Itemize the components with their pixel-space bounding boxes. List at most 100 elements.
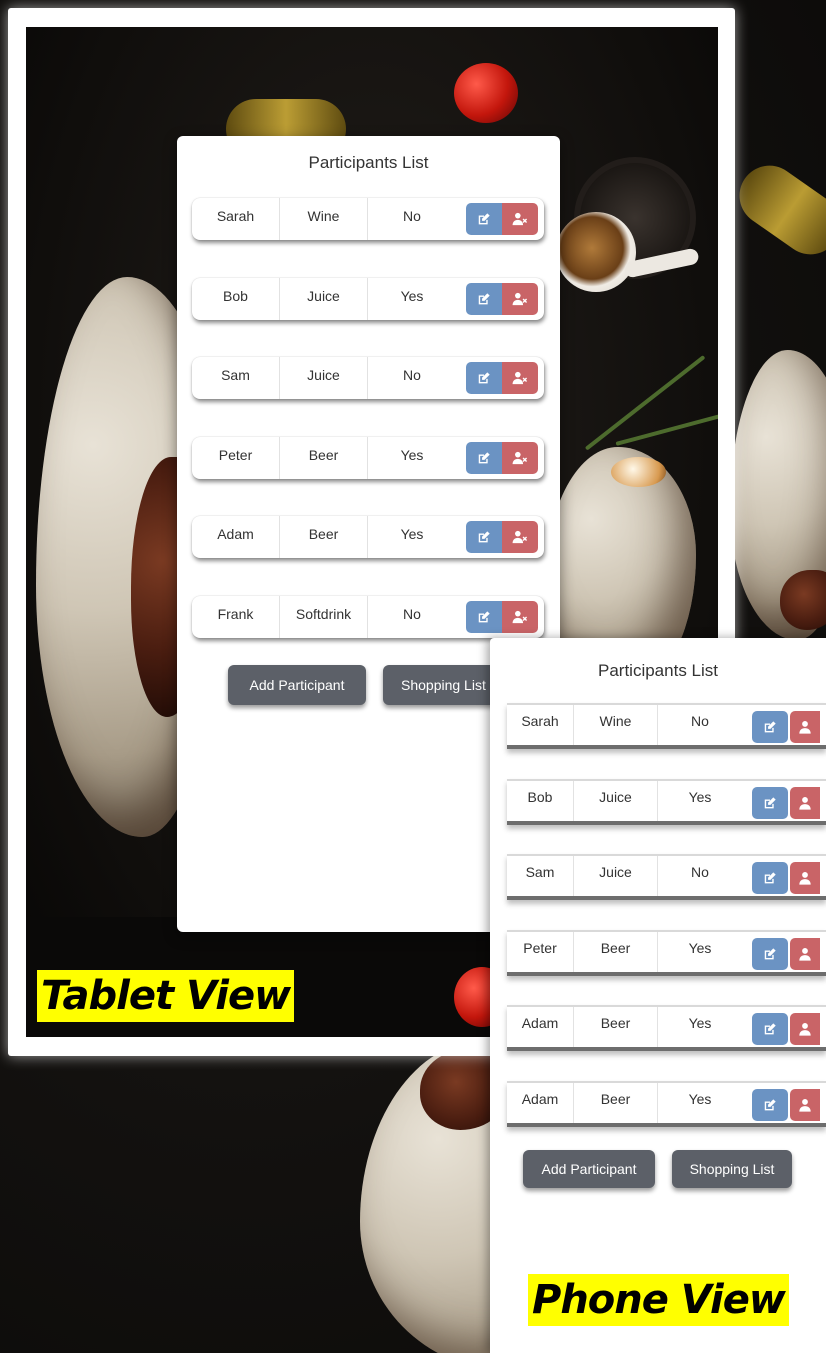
participant-drink: Beer <box>280 436 368 479</box>
remove-user-icon <box>798 947 812 961</box>
participant-name: Sarah <box>192 198 280 240</box>
remove-user-icon <box>798 1022 812 1036</box>
edit-icon <box>763 1022 777 1036</box>
participant-row: Bob Juice Yes <box>507 778 826 825</box>
remove-user-icon <box>798 871 812 885</box>
remove-participant-button[interactable] <box>502 203 538 235</box>
edit-icon <box>763 720 777 734</box>
participant-name: Bob <box>192 277 280 320</box>
page-title: Participants List <box>598 661 718 680</box>
add-participant-button[interactable]: Add Participant <box>228 665 366 705</box>
participant-attending: No <box>403 367 421 384</box>
edit-participant-button[interactable] <box>752 862 788 895</box>
edit-icon <box>763 871 777 885</box>
remove-user-icon <box>798 720 812 734</box>
participant-row: Adam Beer Yes <box>192 516 544 559</box>
edit-icon <box>477 292 491 306</box>
remove-participant-button[interactable] <box>790 786 820 819</box>
participant-row: Adam Beer Yes <box>507 1081 826 1127</box>
participant-row: Frank Softdrink No <box>192 596 544 638</box>
participant-drink: Juice <box>574 856 658 897</box>
edit-participant-button[interactable] <box>466 521 502 554</box>
add-participant-button[interactable]: Add Participant <box>523 1150 655 1188</box>
remove-participant-button[interactable] <box>502 441 538 474</box>
participant-drink: Juice <box>574 780 658 821</box>
remove-user-icon <box>798 1098 812 1112</box>
edit-icon <box>477 371 491 385</box>
participant-name: Sarah <box>507 705 574 745</box>
participant-drink: Wine <box>280 198 368 240</box>
remove-user-icon <box>512 292 528 306</box>
participant-row: Sam Juice No <box>507 854 826 901</box>
edit-participant-button[interactable] <box>466 282 502 315</box>
participant-name: Sam <box>192 357 280 400</box>
edit-participant-button[interactable] <box>466 203 502 235</box>
participant-name: Adam <box>507 1083 574 1123</box>
edit-icon <box>477 451 491 465</box>
edit-icon <box>477 610 491 624</box>
participant-drink: Beer <box>574 1083 658 1123</box>
participant-row: Bob Juice Yes <box>192 277 544 320</box>
participant-name: Adam <box>507 1007 574 1048</box>
phone-view-label: Phone View <box>528 1274 789 1326</box>
participant-row: Peter Beer Yes <box>507 929 826 976</box>
remove-participant-button[interactable] <box>502 362 538 395</box>
participant-row: Sarah Wine No <box>192 198 544 240</box>
edit-participant-button[interactable] <box>752 937 788 970</box>
page-title: Participants List <box>308 153 429 172</box>
edit-participant-button[interactable] <box>466 362 502 395</box>
participant-attending: Yes <box>688 1015 712 1032</box>
remove-user-icon <box>512 451 528 465</box>
garlic <box>611 457 666 487</box>
participant-drink: Juice <box>280 357 368 400</box>
participant-drink: Juice <box>280 277 368 320</box>
remove-participant-button[interactable] <box>790 937 820 970</box>
participant-attending: No <box>691 864 709 881</box>
participant-attending: No <box>403 208 421 224</box>
tomato <box>454 63 518 123</box>
remove-participant-button[interactable] <box>502 282 538 315</box>
edit-icon <box>763 796 777 810</box>
participant-name: Adam <box>192 516 280 559</box>
participant-drink: Wine <box>574 705 658 745</box>
remove-participant-button[interactable] <box>790 711 820 743</box>
remove-user-icon <box>512 212 528 226</box>
edit-icon <box>763 1098 777 1112</box>
participant-drink: Beer <box>574 931 658 972</box>
edit-icon <box>477 530 491 544</box>
remove-participant-button[interactable] <box>790 1013 820 1046</box>
participant-drink: Softdrink <box>280 596 368 638</box>
participant-name: Bob <box>507 780 574 821</box>
participant-row: Sarah Wine No <box>507 703 826 749</box>
participant-attending: Yes <box>400 287 424 304</box>
shopping-list-button[interactable]: Shopping List <box>672 1150 792 1188</box>
remove-participant-button[interactable] <box>790 1089 820 1121</box>
remove-user-icon <box>798 796 812 810</box>
participant-name: Peter <box>192 436 280 479</box>
participant-row: Sam Juice No <box>192 357 544 400</box>
participant-attending: No <box>691 713 709 729</box>
phone-participants-card: Participants List Sarah Wine No Bob Juice Yes… <box>490 638 826 1353</box>
spice-bowl <box>556 212 636 292</box>
edit-participant-button[interactable] <box>466 601 502 633</box>
tablet-view-label: Tablet View <box>37 970 295 1022</box>
steak-right <box>780 570 826 630</box>
participant-attending: Yes <box>688 939 712 956</box>
edit-participant-button[interactable] <box>752 1089 788 1121</box>
participant-row: Peter Beer Yes <box>192 436 544 479</box>
edit-participant-button[interactable] <box>466 441 502 474</box>
participant-attending: No <box>403 606 421 622</box>
participant-attending: Yes <box>688 1091 712 1107</box>
remove-participant-button[interactable] <box>502 601 538 633</box>
oil-bottle-right <box>727 153 826 267</box>
participant-name: Sam <box>507 856 574 897</box>
participant-name: Frank <box>192 596 280 638</box>
remove-user-icon <box>512 610 528 624</box>
edit-participant-button[interactable] <box>752 711 788 743</box>
edit-icon <box>763 947 777 961</box>
participant-attending: Yes <box>400 446 424 463</box>
edit-participant-button[interactable] <box>752 786 788 819</box>
remove-participant-button[interactable] <box>502 521 538 554</box>
remove-participant-button[interactable] <box>790 862 820 895</box>
edit-participant-button[interactable] <box>752 1013 788 1046</box>
